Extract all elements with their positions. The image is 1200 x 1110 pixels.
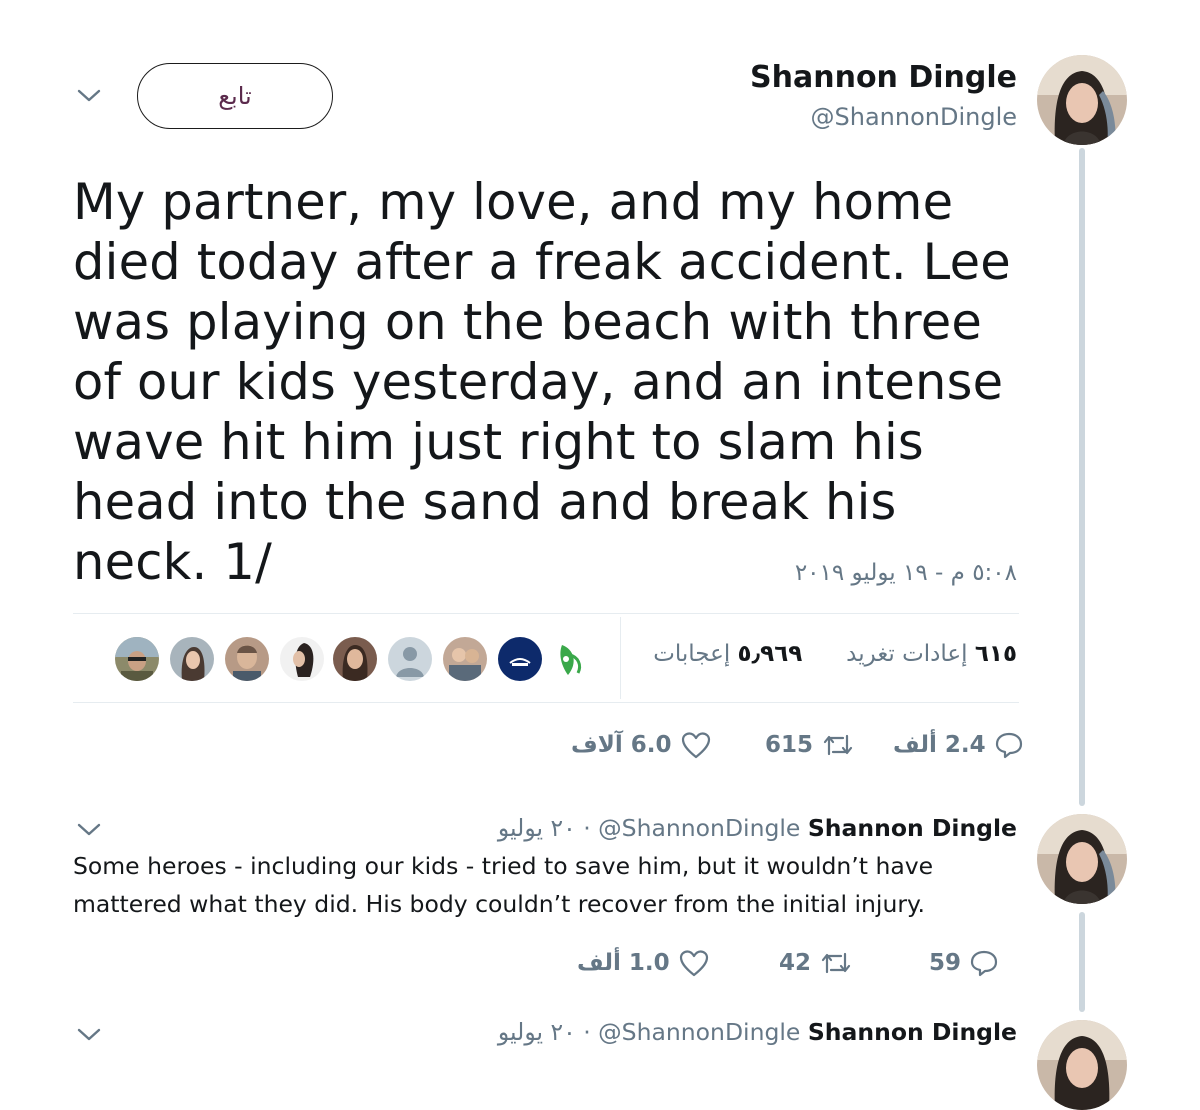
reply-icon <box>995 732 1022 759</box>
reply2-author-name[interactable]: Shannon Dingle <box>808 1018 1017 1046</box>
reply1-retweet-action[interactable]: 42 <box>779 948 853 978</box>
tweet-timestamp[interactable]: ٥:٠٨ م - ١٩ يوليو ٢٠١٩ <box>795 560 1017 586</box>
likes-count[interactable]: ٥٫٩٦٩ <box>738 641 803 667</box>
like-action[interactable]: 6.0 آلاف <box>571 730 712 760</box>
retweet-icon <box>821 952 851 974</box>
author-name[interactable]: Shannon Dingle <box>750 60 1017 95</box>
like-count: 6.0 آلاف <box>571 732 672 758</box>
retweet-icon <box>823 734 853 756</box>
reply1-text: Some heroes - including our kids - tried… <box>73 847 973 923</box>
reply1-header: ٢٠ يوليو · @ShannonDingle Shannon Dingle <box>498 814 1017 842</box>
thread-line <box>1079 148 1085 806</box>
liker-avatar-beach[interactable] <box>170 637 214 681</box>
liker-avatar-outdoor[interactable] <box>115 637 159 681</box>
reply2-dot: · <box>583 1018 591 1046</box>
liker-avatar-leaf-logo[interactable] <box>548 637 592 681</box>
author-handle[interactable]: @ShannonDingle <box>811 103 1018 131</box>
heart-icon <box>679 950 708 977</box>
reply1-text-line2: mattered what they did. His body couldn’… <box>73 890 926 918</box>
reply2-avatar[interactable] <box>1037 1020 1127 1110</box>
reply-count: 2.4 ألف <box>893 732 986 758</box>
divider <box>73 613 1019 614</box>
reply1-date[interactable]: ٢٠ يوليو <box>498 814 576 842</box>
retweets-label[interactable]: إعادات تغريد <box>846 641 967 667</box>
reply-action[interactable]: 2.4 ألف <box>893 730 1024 760</box>
liker-avatar-man[interactable] <box>225 637 269 681</box>
stats-separator <box>620 617 621 699</box>
thread-line <box>1079 912 1085 1012</box>
reply1-dot: · <box>583 814 591 842</box>
liker-avatar-dark-logo[interactable] <box>498 637 542 681</box>
reply-icon <box>970 950 998 977</box>
reply1-like-count: 1.0 ألف <box>577 950 670 976</box>
retweet-action[interactable]: 615 <box>765 730 855 760</box>
reply1-reply-count: 59 <box>929 950 962 976</box>
reply2-header: ٢٠ يوليو · @ShannonDingle Shannon Dingle <box>498 1018 1017 1046</box>
reply2-more-chevron-icon[interactable] <box>76 1027 102 1047</box>
retweets-count[interactable]: ٦١٥ <box>975 641 1017 667</box>
engagement-stats: ٦١٥ إعادات تغريد ٥٫٩٦٩ إعجابات <box>653 641 1017 667</box>
likes-label[interactable]: إعجابات <box>653 641 730 667</box>
liker-avatar-profile[interactable] <box>280 637 324 681</box>
liker-avatar-couple[interactable] <box>443 637 487 681</box>
reply1-retweet-count: 42 <box>779 950 812 976</box>
reply1-avatar[interactable] <box>1037 814 1127 904</box>
reply1-like-action[interactable]: 1.0 ألف <box>577 948 710 978</box>
reply1-author-name[interactable]: Shannon Dingle <box>808 814 1017 842</box>
retweet-count: 615 <box>765 732 814 758</box>
heart-icon <box>681 732 710 759</box>
reply1-reply-action[interactable]: 59 <box>929 948 999 978</box>
reply2-date[interactable]: ٢٠ يوليو <box>498 1018 576 1046</box>
more-options-chevron-icon[interactable] <box>76 88 102 108</box>
reply1-more-chevron-icon[interactable] <box>76 822 102 842</box>
reply1-handle[interactable]: @ShannonDingle <box>598 814 800 842</box>
author-avatar[interactable] <box>1037 55 1127 145</box>
liker-avatar-woman[interactable] <box>333 637 377 681</box>
follow-button[interactable]: تابع <box>137 63 333 129</box>
reply2-handle[interactable]: @ShannonDingle <box>598 1018 800 1046</box>
tweet-text: My partner, my love, and my home died to… <box>73 173 1011 591</box>
reply1-text-line1: Some heroes - including our kids - tried… <box>73 852 934 880</box>
liker-avatar-default[interactable] <box>388 637 432 681</box>
divider <box>73 702 1019 703</box>
